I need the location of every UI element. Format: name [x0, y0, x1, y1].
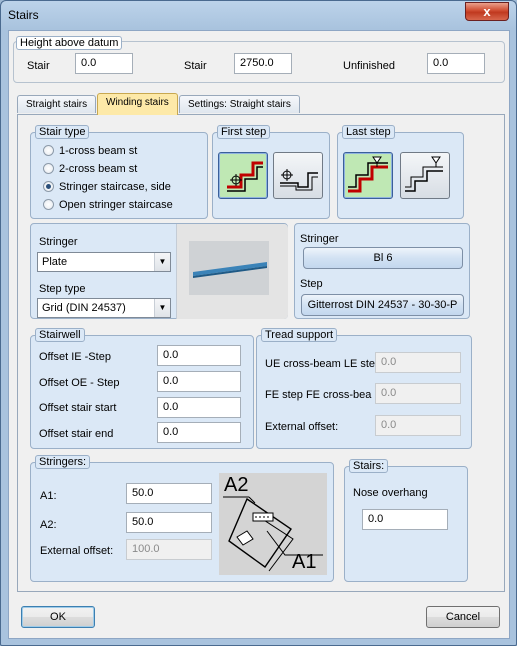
radio-indicator[interactable] — [43, 199, 54, 210]
radio-indicator[interactable] — [43, 163, 54, 174]
step-profile-button[interactable]: Gitterrost DIN 24537 - 30-30-P — [301, 294, 464, 316]
stringer-profile-button[interactable]: Bl 6 — [303, 247, 463, 269]
tab-winding-stairs[interactable]: Winding stairs — [97, 93, 178, 115]
close-button[interactable]: x — [465, 2, 509, 21]
last-step-flat-button[interactable] — [343, 152, 393, 199]
nose-overhang-input[interactable]: 0.0 — [362, 509, 448, 530]
radio-label: Open stringer staircase — [59, 199, 173, 211]
offset-stair-end-label: Offset stair end — [39, 428, 114, 440]
step-end-flat-icon — [348, 156, 388, 193]
stringer-info-group: Stringer Bl 6 Step Gitterrost DIN 24537 … — [294, 223, 470, 319]
dialog-client: Height above datum Stair 0.0 Stair 2750.… — [8, 30, 510, 639]
radio-label: Stringer staircase, side — [59, 181, 171, 193]
radio-indicator[interactable] — [43, 181, 54, 192]
height-datum-title: Height above datum — [16, 36, 123, 50]
first-step-group: First step — [212, 125, 330, 219]
chevron-down-icon[interactable]: ▼ — [154, 253, 170, 271]
stringers-title: Stringers: — [35, 455, 91, 469]
height-datum-group: Height above datum Stair 0.0 Stair 2750.… — [13, 36, 505, 83]
unfinished-label: Unfinished — [343, 60, 395, 72]
window-title: Stairs — [8, 8, 39, 22]
a1-label: A1: — [40, 490, 57, 502]
radio-open-stringer[interactable]: Open stringer staircase — [43, 199, 173, 215]
offset-ie-step-label: Offset IE -Step — [39, 351, 111, 363]
stairs-group-title: Stairs: — [349, 459, 389, 473]
stair-type-title: Stair type — [35, 125, 90, 139]
offset-stair-end-input[interactable]: 0.0 — [157, 422, 241, 443]
stringer-dimension-diagram: A2 A1 — [219, 473, 327, 575]
stringer-config-group: Stringer Plate ▼ Step type Grid (DIN 245… — [30, 223, 288, 319]
stairs-group: Stairs: Nose overhang 0.0 — [344, 459, 468, 582]
stair-label-2: Stair — [184, 60, 207, 72]
offset-oe-step-label: Offset OE - Step — [39, 377, 120, 389]
radio-label: 2-cross beam st — [59, 163, 138, 175]
tread-support-group: Tread support UE cross-beam LE ste 0.0 F… — [256, 328, 472, 449]
ue-cross-beam-label: UE cross-beam LE ste — [265, 358, 376, 370]
stairwell-title: Stairwell — [35, 328, 85, 342]
stair-height-input[interactable]: 0.0 — [75, 53, 133, 74]
a1-input[interactable]: 50.0 — [126, 483, 212, 504]
step-start-flat-icon — [227, 161, 263, 192]
stairs-dialog: Stairs x Height above datum Stair 0.0 St… — [0, 0, 517, 646]
ue-cross-beam-input[interactable]: 0.0 — [375, 352, 461, 373]
plate-preview-icon — [189, 241, 269, 295]
radio-label: 1-cross beam st — [59, 145, 138, 157]
fe-step-label: FE step FE cross-bea — [265, 389, 372, 401]
step-type-select[interactable]: Grid (DIN 24537) ▼ — [37, 298, 171, 318]
stair-label-1: Stair — [27, 60, 50, 72]
offset-stair-start-label: Offset stair start — [39, 402, 117, 414]
fe-step-input[interactable]: 0.0 — [375, 383, 461, 404]
stringers-external-offset-label: External offset: — [40, 545, 114, 557]
step-start-raised-icon — [280, 169, 318, 191]
radio-indicator[interactable] — [43, 145, 54, 156]
tab-straight-stairs[interactable]: Straight stairs — [17, 95, 97, 113]
close-icon: x — [483, 4, 491, 19]
last-step-raised-button[interactable] — [400, 152, 450, 199]
winding-stairs-panel: Stair type 1-cross beam st 2-cross beam … — [17, 114, 505, 592]
stringer-select-value: Plate — [42, 256, 68, 268]
stringer-select[interactable]: Plate ▼ — [37, 252, 171, 272]
stringer-preview — [176, 224, 288, 319]
stringer-label: Stringer — [39, 236, 78, 248]
first-step-flat-button[interactable] — [218, 152, 268, 199]
offset-oe-step-input[interactable]: 0.0 — [157, 371, 241, 392]
radio-2-cross-beam[interactable]: 2-cross beam st — [43, 163, 137, 179]
a2-input[interactable]: 50.0 — [126, 512, 212, 533]
stringers-external-offset-input[interactable]: 100.0 — [126, 539, 212, 560]
tread-external-offset-label: External offset: — [265, 421, 339, 433]
radio-stringer-side[interactable]: Stringer staircase, side — [43, 181, 171, 197]
chevron-down-icon[interactable]: ▼ — [154, 299, 170, 317]
unfinished-input[interactable]: 0.0 — [427, 53, 485, 74]
tab-settings-straight-stairs[interactable]: Settings: Straight stairs — [179, 95, 300, 113]
title-bar[interactable]: Stairs x — [1, 1, 516, 29]
a1-diagram-label: A1 — [292, 551, 317, 573]
stairwell-group: Stairwell Offset IE -Step 0.0 Offset OE … — [30, 328, 254, 449]
step-type-label: Step type — [39, 283, 86, 295]
stringer-info-label: Stringer — [300, 233, 339, 245]
nose-overhang-label: Nose overhang — [353, 487, 428, 499]
last-step-title: Last step — [342, 125, 395, 139]
stair-type-group: Stair type 1-cross beam st 2-cross beam … — [30, 125, 208, 219]
a2-label: A2: — [40, 519, 57, 531]
ok-button[interactable]: OK — [21, 606, 95, 628]
step-type-select-value: Grid (DIN 24537) — [42, 302, 126, 314]
cancel-button[interactable]: Cancel — [426, 606, 500, 628]
last-step-group: Last step — [337, 125, 464, 219]
offset-ie-step-input[interactable]: 0.0 — [157, 345, 241, 366]
radio-1-cross-beam[interactable]: 1-cross beam st — [43, 145, 137, 161]
tread-support-title: Tread support — [261, 328, 338, 342]
tread-external-offset-input[interactable]: 0.0 — [375, 415, 461, 436]
first-step-raised-button[interactable] — [273, 152, 323, 199]
offset-stair-start-input[interactable]: 0.0 — [157, 397, 241, 418]
first-step-title: First step — [217, 125, 271, 139]
step-info-label: Step — [300, 278, 323, 290]
stair-height-input-2[interactable]: 2750.0 — [234, 53, 292, 74]
step-end-raised-icon — [405, 156, 443, 192]
a2-diagram-label: A2 — [224, 474, 249, 496]
stringers-group: Stringers: A1: 50.0 A2: 50.0 External of… — [30, 455, 334, 582]
